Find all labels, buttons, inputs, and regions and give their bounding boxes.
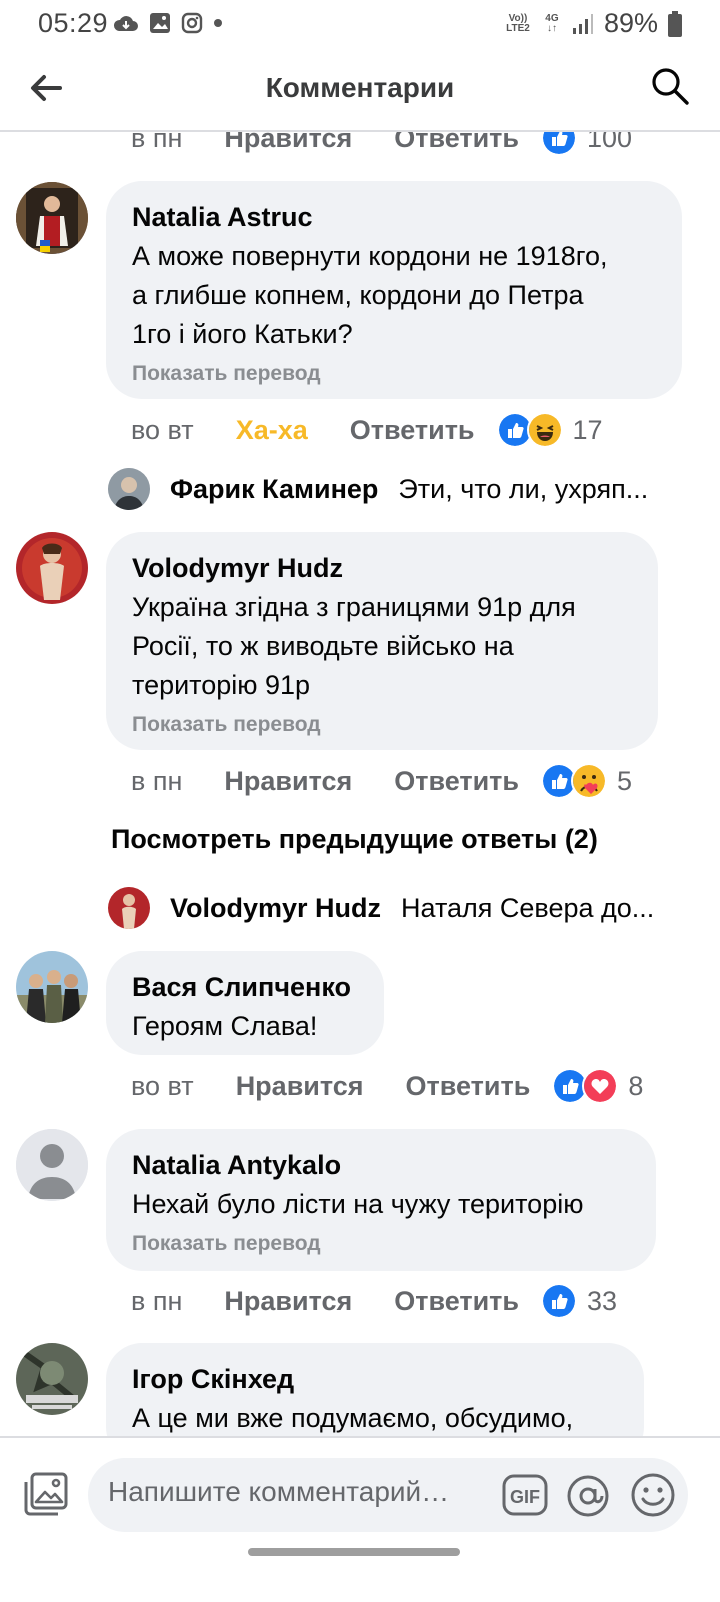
avatar[interactable] (16, 1343, 88, 1415)
comment-author[interactable]: Ігор Скінхед (132, 1361, 618, 1397)
reply-preview[interactable]: Фарик Каминер Эти, что ли, ухряп... (108, 464, 648, 514)
reaction-count: 100 (587, 132, 633, 153)
dot-icon (214, 19, 222, 27)
default-avatar-icon (16, 1129, 88, 1201)
show-translation-link[interactable]: Показать перевод (132, 713, 632, 737)
comment-text: Україна згідна з границями 91р для Росії… (132, 592, 576, 700)
reactions[interactable] (541, 1283, 578, 1319)
love-reaction-icon (582, 1068, 619, 1104)
comment-placeholder: Напишите комментарий… (108, 1476, 450, 1507)
avatar-person-icon (108, 887, 150, 929)
show-translation-link[interactable]: Показать перевод (132, 1232, 630, 1256)
show-translation-link[interactable]: Показать перевод (132, 362, 656, 386)
reply-button[interactable]: Ответить (394, 766, 519, 797)
gif-icon[interactable]: GIF (502, 1474, 548, 1516)
header: Комментарии (0, 50, 720, 132)
reply-author[interactable]: Фарик Каминер (170, 474, 378, 505)
comment-text: А може повернути кордони не 1918го, а гл… (132, 241, 608, 349)
clipped-action-row: в пн Нравится Ответить 100 (0, 132, 720, 158)
reactions[interactable] (552, 1068, 619, 1104)
comment-actions: во вт Нравится Ответить 8 (131, 1066, 643, 1106)
reply-preview[interactable]: Volodymyr Hudz Наталя Севера до... (108, 883, 654, 933)
comment-author[interactable]: Вася Слипченко (132, 969, 358, 1005)
comment-time: в пн (131, 1285, 183, 1316)
comment-time: в пн (131, 132, 183, 153)
avatar[interactable] (16, 951, 88, 1023)
reactions[interactable] (496, 412, 563, 448)
notification-icons (113, 12, 223, 34)
avatar-person-icon (16, 1343, 88, 1415)
search-icon[interactable] (650, 66, 690, 106)
reaction-count: 33 (587, 1285, 618, 1316)
comment-input[interactable]: Напишите комментарий… GIF (88, 1458, 688, 1532)
avatar[interactable] (16, 1129, 88, 1201)
battery-icon (668, 10, 682, 37)
like-reaction-icon (541, 132, 578, 156)
like-reaction-icon (541, 1283, 578, 1319)
comment-time: во вт (131, 1070, 194, 1101)
instagram-icon (181, 12, 203, 34)
reply-button[interactable]: Ответить (394, 132, 519, 154)
view-previous-replies-link[interactable]: Посмотреть предыдущие ответы (2) (111, 824, 598, 855)
comment-text: Нехай було лісти на чужу територію (132, 1189, 584, 1219)
comment-bubble[interactable]: Natalia Antykalo Нехай було лісти на чуж… (106, 1129, 656, 1271)
status-bar: 05:29 Vo)) LTE2 4G ↓↑ 89% (0, 0, 720, 50)
page-title: Комментарии (265, 72, 455, 103)
comment-actions: во вт Ха-ха Ответить 17 (131, 410, 603, 450)
comment-author[interactable]: Natalia Astruc (132, 199, 656, 235)
haha-reaction-icon (526, 412, 563, 448)
status-time: 05:29 (38, 8, 109, 38)
reaction-count: 8 (628, 1070, 644, 1101)
reactions[interactable] (541, 132, 578, 156)
comment-composer: Напишите комментарий… GIF (0, 1436, 720, 1602)
avatar[interactable] (108, 468, 150, 510)
avatar[interactable] (108, 887, 150, 929)
avatar[interactable] (16, 532, 88, 604)
home-indicator[interactable] (248, 1548, 460, 1556)
like-button[interactable]: Нравится (224, 1286, 352, 1317)
svg-text:GIF: GIF (510, 1487, 540, 1507)
reply-button[interactable]: Ответить (406, 1071, 531, 1102)
like-button[interactable]: Нравится (224, 132, 352, 154)
gallery-icon (150, 13, 170, 33)
reaction-count: 17 (572, 414, 603, 445)
reply-snippet: Наталя Севера до... (401, 892, 655, 923)
reply-button[interactable]: Ответить (394, 1286, 519, 1317)
reactions[interactable] (541, 763, 608, 799)
like-button[interactable]: Нравится (236, 1071, 364, 1102)
like-button[interactable]: Нравится (224, 766, 352, 797)
reaction-count: 5 (617, 765, 633, 796)
photo-gallery-icon[interactable] (22, 1470, 70, 1518)
avatar-person-icon (16, 532, 88, 604)
emoji-icon[interactable] (630, 1472, 676, 1518)
comment-bubble[interactable]: Вася Слипченко Героям Слава! (106, 951, 384, 1055)
reply-snippet: Эти, что ли, ухряп... (398, 473, 649, 504)
volte-indicator: Vo)) LTE2 (506, 12, 530, 34)
comment-actions: в пн Нравится Ответить 33 (131, 1281, 617, 1321)
avatar-person-icon (108, 468, 150, 510)
avatar-person-icon (16, 951, 88, 1023)
comment-time: во вт (131, 414, 194, 445)
network-type: 4G ↓↑ (545, 12, 559, 34)
reply-button[interactable]: Ответить (350, 415, 475, 446)
avatar[interactable] (16, 182, 88, 254)
reply-author[interactable]: Volodymyr Hudz (170, 893, 381, 924)
comment-bubble[interactable]: Volodymyr Hudz Україна згідна з границям… (106, 532, 658, 750)
comment-text: А це ми вже подумаємо, обсудимо, (132, 1403, 574, 1433)
cloud-icon (113, 16, 138, 31)
mention-icon[interactable] (566, 1474, 610, 1518)
avatar-person-icon (16, 182, 88, 254)
haha-reaction-button[interactable]: Ха-ха (236, 415, 308, 446)
comment-time: в пн (131, 765, 183, 796)
comment-text: Героям Слава! (132, 1011, 318, 1041)
comment-author[interactable]: Natalia Antykalo (132, 1147, 630, 1183)
comment-bubble[interactable]: Natalia Astruc А може повернути кордони … (106, 181, 682, 399)
battery-percent: 89% (603, 8, 658, 38)
care-reaction-icon (571, 763, 608, 799)
comment-author[interactable]: Volodymyr Hudz (132, 550, 632, 586)
comment-actions: в пн Нравится Ответить 5 (131, 761, 632, 801)
signal-icon (572, 13, 593, 34)
